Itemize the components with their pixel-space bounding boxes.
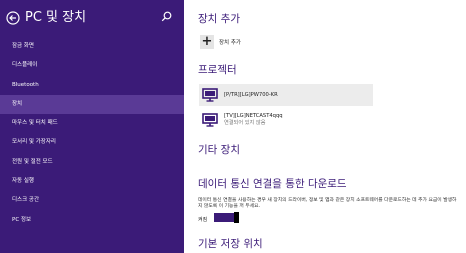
sidebar-menu: 잠금 화면 디스플레이 Bluetooth 장치 마우스 및 터치 패드 모서리 및 가장… xyxy=(0,37,184,230)
sidebar-item[interactable]: 장치 xyxy=(0,94,184,115)
toggle-state-label: 켜짐 xyxy=(198,217,208,223)
sidebar-item[interactable]: 마우스 및 터치 패드 xyxy=(0,114,184,133)
back-arrow-icon[interactable] xyxy=(6,11,20,25)
sidebar-header: PC 및 장치 xyxy=(6,8,178,28)
device-item[interactable]: [P/TR][LG]PW700-KR xyxy=(199,84,373,106)
monitor-icon xyxy=(202,88,218,102)
sidebar-item[interactable]: 잠금 화면 xyxy=(0,37,184,56)
sidebar-item[interactable]: Bluetooth xyxy=(0,76,184,95)
sidebar-item[interactable]: 디스크 공간 xyxy=(0,191,184,210)
sidebar-item[interactable]: PC 정보 xyxy=(0,211,184,230)
sidebar-title: PC 및 장치 xyxy=(25,10,87,25)
sidebar-item[interactable]: 자동 실행 xyxy=(0,172,184,191)
device-name: [TV][LG]NETCAST4qqq xyxy=(224,113,283,119)
other-devices-heading: 기타 장치 xyxy=(198,144,240,156)
toggle-thumb[interactable] xyxy=(234,212,239,223)
monitor-icon xyxy=(202,113,218,127)
sidebar: PC 및 장치 잠금 화면 디스플레이 Bluetooth 장치 마우스 및 터치 패드… xyxy=(0,0,184,253)
metered-download-heading: 데이터 통신 연결을 통한 다운로드 xyxy=(198,178,347,190)
default-save-location-heading: 기본 저장 위치 xyxy=(198,238,263,250)
device-name: [P/TR][LG]PW700-KR xyxy=(224,91,278,98)
add-device-label: 장치 추가 xyxy=(219,40,241,46)
device-item[interactable]: [TV][LG]NETCAST4qqq 연결되어 있지 않음 xyxy=(199,109,373,131)
projectors-heading: 프로젝터 xyxy=(198,64,237,76)
metered-description: 데이터 통신 연결을 사용하는 경우 새 장치의 드라이버, 정보 및 앱과 같… xyxy=(198,198,457,210)
main-content: 장치 추가 + 장치 추가 프로젝터 [P/TR][LG]PW700-KR [T… xyxy=(184,0,466,253)
add-devices-heading: 장치 추가 xyxy=(198,13,240,25)
sidebar-item[interactable]: 모서리 및 가장자리 xyxy=(0,133,184,152)
plus-icon: + xyxy=(200,34,214,49)
sidebar-item[interactable]: 전원 및 절전 모드 xyxy=(0,153,184,172)
add-device-button[interactable]: + 장치 추가 xyxy=(200,34,290,50)
search-icon[interactable] xyxy=(161,11,172,22)
sidebar-item[interactable]: 디스플레이 xyxy=(0,56,184,75)
device-status: 연결되어 있지 않음 xyxy=(224,120,266,126)
metered-download-toggle[interactable] xyxy=(214,212,239,223)
